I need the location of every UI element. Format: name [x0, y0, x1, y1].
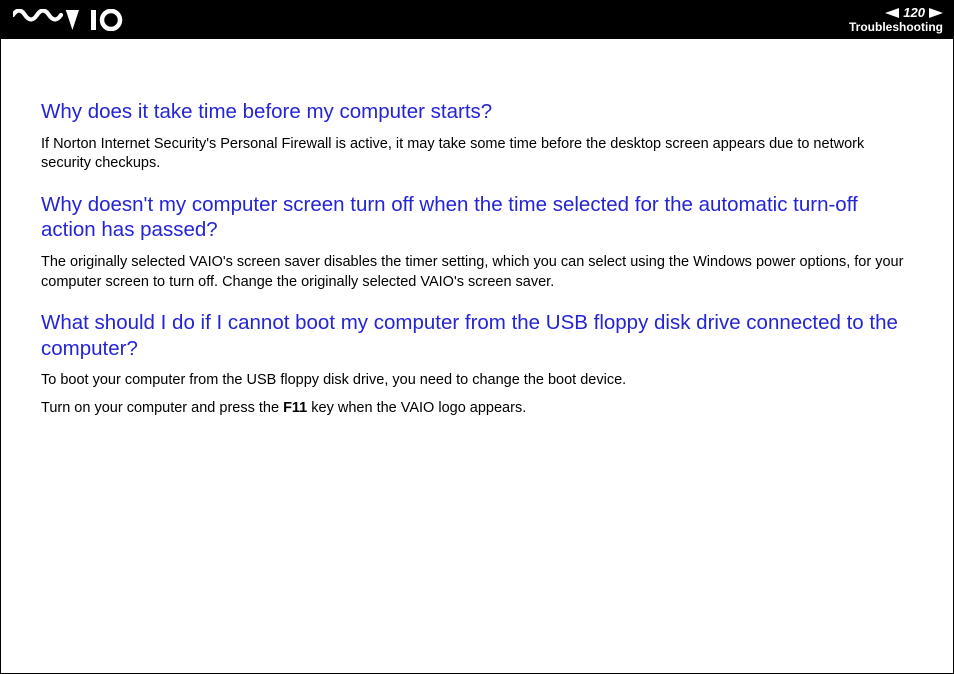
- prev-page-icon[interactable]: [885, 8, 899, 18]
- vaio-logo: [13, 9, 123, 31]
- next-page-icon[interactable]: [929, 8, 943, 18]
- page-nav: 120: [849, 6, 943, 20]
- page-header: 120 Troubleshooting: [1, 1, 953, 39]
- page-content: Why does it take time before my computer…: [1, 39, 953, 447]
- answer-text: If Norton Internet Security's Personal F…: [41, 135, 913, 174]
- page-number: 120: [903, 6, 925, 20]
- answer-text: Turn on your computer and press the F11 …: [41, 399, 913, 419]
- question-heading: Why does it take time before my computer…: [41, 99, 913, 125]
- header-right: 120 Troubleshooting: [849, 6, 943, 33]
- question-heading: What should I do if I cannot boot my com…: [41, 310, 913, 361]
- section-title: Troubleshooting: [849, 21, 943, 34]
- answer-text: To boot your computer from the USB flopp…: [41, 371, 913, 391]
- question-heading: Why doesn't my computer screen turn off …: [41, 192, 913, 243]
- answer-text: The originally selected VAIO's screen sa…: [41, 253, 913, 292]
